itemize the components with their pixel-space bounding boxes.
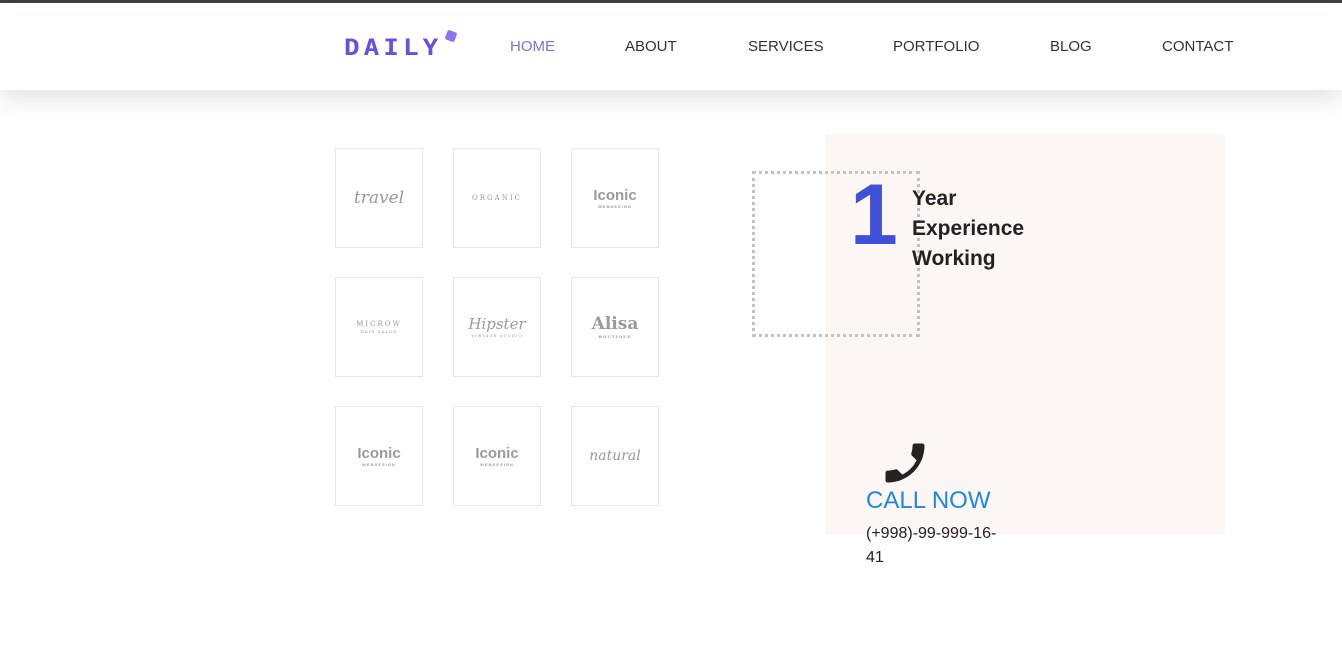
client-logo-iconic: Iconic WEBDESIGN xyxy=(335,406,423,506)
site-header: DAILY HOME ABOUT SERVICES PORTFOLIO BLOG… xyxy=(0,3,1342,90)
client-tagline: WEBDESIGN xyxy=(598,203,632,209)
client-logo-hipster: Hipster VINTAGE STUDIO xyxy=(453,277,541,377)
client-tagline: WEBDESIGN xyxy=(362,461,396,467)
experience-number: 1 xyxy=(850,167,898,263)
client-name: ORGANIC xyxy=(472,193,522,202)
experience-caption: Year Experience Working xyxy=(912,184,1052,274)
client-tagline: VINTAGE STUDIO xyxy=(471,332,523,338)
client-tagline: WEBDESIGN xyxy=(480,461,514,467)
logo-text: DAILY xyxy=(344,35,443,61)
client-logo-alisa: Alisa BOUTIQUE xyxy=(571,277,659,377)
client-logo-iconic: Iconic WEBDESIGN xyxy=(453,406,541,506)
client-name: Hipster xyxy=(468,314,526,333)
client-name: Alisa xyxy=(591,313,639,334)
call-now-link[interactable]: CALL NOW xyxy=(866,487,990,515)
site-logo[interactable]: DAILY xyxy=(344,29,458,67)
client-logo-natural: natural xyxy=(571,406,659,506)
nav-portfolio[interactable]: PORTFOLIO xyxy=(893,38,979,55)
experience-line: Working xyxy=(912,247,996,270)
client-tagline: HAIR SALON xyxy=(360,328,398,334)
client-tagline: BOUTIQUE xyxy=(598,333,632,339)
nav-contact[interactable]: CONTACT xyxy=(1162,38,1233,55)
client-name: travel xyxy=(353,187,405,208)
client-name: natural xyxy=(589,448,641,464)
client-logo-organic: ORGANIC xyxy=(453,148,541,248)
phone-number: (+998)-99-999-16-41 xyxy=(866,525,997,566)
client-logo-microw: MICROW HAIR SALON xyxy=(335,277,423,377)
client-logo-travel: travel xyxy=(335,148,423,248)
experience-line: Experience xyxy=(912,217,1025,240)
nav-home[interactable]: HOME xyxy=(510,38,555,55)
client-name: Iconic xyxy=(475,444,519,462)
nav-services[interactable]: SERVICES xyxy=(748,38,824,55)
nav-about[interactable]: ABOUT xyxy=(625,38,677,55)
nav-blog[interactable]: BLOG xyxy=(1050,38,1092,55)
experience-line: Year xyxy=(912,187,957,210)
client-name: Iconic xyxy=(357,444,401,462)
client-logo-iconic: Iconic WEBDESIGN xyxy=(571,148,659,248)
client-name: MICROW xyxy=(356,319,402,328)
client-name: Iconic xyxy=(593,186,637,204)
phone-icon xyxy=(885,443,925,483)
logo-dot-icon xyxy=(444,29,458,43)
